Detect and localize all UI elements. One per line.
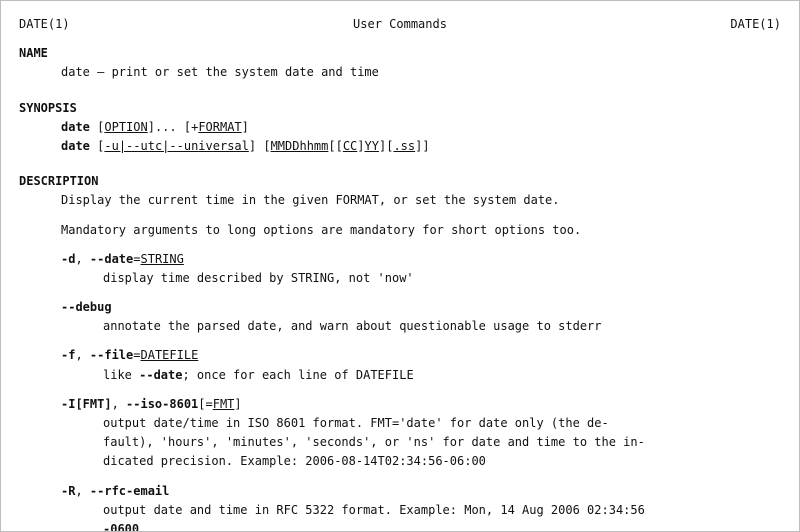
text: [[ bbox=[328, 139, 342, 153]
synopsis-cc: CC bbox=[343, 139, 357, 153]
option-short: -R bbox=[61, 484, 75, 498]
section-description-heading: DESCRIPTION bbox=[19, 172, 781, 191]
section-synopsis-heading: SYNOPSIS bbox=[19, 99, 781, 118]
option-long: --debug bbox=[61, 300, 112, 314]
option-R-header: -R, --rfc-email bbox=[61, 482, 781, 501]
text: = bbox=[133, 348, 140, 362]
option-short: -f bbox=[61, 348, 75, 362]
synopsis-yy: YY bbox=[365, 139, 379, 153]
option-I-desc-l3: dicated precision. Example: 2006-08-14T0… bbox=[103, 452, 781, 471]
text: , bbox=[75, 484, 89, 498]
option-arg: DATEFILE bbox=[141, 348, 199, 362]
text: ] bbox=[242, 120, 249, 134]
option-d-desc: display time described by STRING, not 'n… bbox=[103, 269, 781, 288]
manpage-header: DATE(1) User Commands DATE(1) bbox=[19, 15, 781, 34]
synopsis-cmd: date bbox=[61, 120, 90, 134]
text: ] bbox=[422, 139, 429, 153]
option-R-desc-bold: -0600 bbox=[103, 522, 139, 532]
synopsis-mmdd: MMDDhhmm bbox=[271, 139, 329, 153]
option-R-desc-l2: -0600 bbox=[103, 520, 781, 532]
text: = bbox=[133, 252, 140, 266]
option-short: -d bbox=[61, 252, 75, 266]
text: , bbox=[75, 252, 89, 266]
synopsis-line-2: date [-u|--utc|--universal] [MMDDhhmm[[C… bbox=[61, 137, 781, 156]
name-line: date – print or set the system date and … bbox=[61, 63, 781, 82]
manpage-document: DATE(1) User Commands DATE(1) NAME date … bbox=[0, 0, 800, 532]
text: ] bbox=[234, 397, 241, 411]
option-long: --date bbox=[90, 252, 133, 266]
header-right: DATE(1) bbox=[730, 15, 781, 34]
text: ] bbox=[357, 139, 364, 153]
option-debug-desc: annotate the parsed date, and warn about… bbox=[103, 317, 781, 336]
text: [= bbox=[198, 397, 212, 411]
option-debug-header: --debug bbox=[61, 298, 781, 317]
description-p2: Mandatory arguments to long options are … bbox=[61, 221, 781, 240]
header-left: DATE(1) bbox=[19, 15, 70, 34]
option-f-desc: like --date; once for each line of DATEF… bbox=[103, 366, 781, 385]
option-arg: FMT bbox=[213, 397, 235, 411]
option-R-desc-l1: output date and time in RFC 5322 format.… bbox=[103, 501, 781, 520]
header-center: User Commands bbox=[353, 15, 447, 34]
text: , bbox=[75, 348, 89, 362]
synopsis-option: OPTION bbox=[104, 120, 147, 134]
option-d-header: -d, --date=STRING bbox=[61, 250, 781, 269]
text: [ bbox=[263, 139, 270, 153]
text: ; once for each line of DATEFILE bbox=[182, 368, 413, 382]
synopsis-flags: -u|--utc|--universal bbox=[104, 139, 249, 153]
description-p1: Display the current time in the given FO… bbox=[61, 191, 781, 210]
option-arg: STRING bbox=[141, 252, 184, 266]
option-I-header: -I[FMT], --iso-8601[=FMT] bbox=[61, 395, 781, 414]
section-name-heading: NAME bbox=[19, 44, 781, 63]
synopsis-line-1: date [OPTION]... [+FORMAT] bbox=[61, 118, 781, 137]
option-long: --rfc-email bbox=[90, 484, 169, 498]
synopsis-cmd: date bbox=[61, 139, 90, 153]
option-I-desc-l1: output date/time in ISO 8601 format. FMT… bbox=[103, 414, 781, 433]
option-ref: --date bbox=[139, 368, 182, 382]
option-f-header: -f, --file=DATEFILE bbox=[61, 346, 781, 365]
option-I-desc-l2: fault), 'hours', 'minutes', 'seconds', o… bbox=[103, 433, 781, 452]
text: ]... [+ bbox=[148, 120, 199, 134]
synopsis-format: FORMAT bbox=[198, 120, 241, 134]
option-short: -I[FMT] bbox=[61, 397, 112, 411]
option-long: --file bbox=[90, 348, 133, 362]
synopsis-ss: .ss bbox=[393, 139, 415, 153]
option-long: --iso-8601 bbox=[126, 397, 198, 411]
text: like bbox=[103, 368, 139, 382]
text: , bbox=[112, 397, 126, 411]
